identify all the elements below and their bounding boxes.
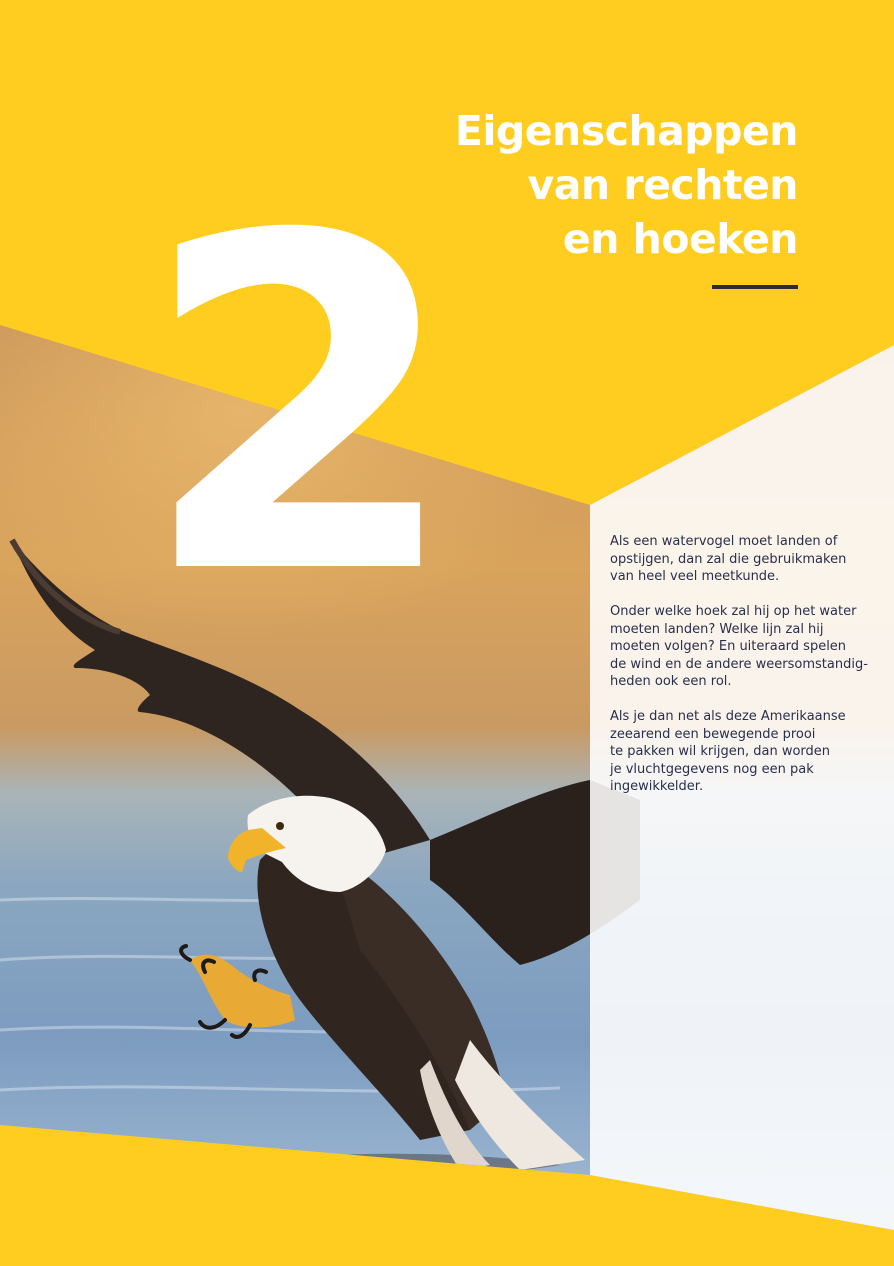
title-underline	[712, 285, 798, 289]
text-line: te pakken wil krijgen, dan worden	[610, 744, 831, 759]
chapter-number: 2	[140, 140, 460, 675]
chapter-title-line: van rechten	[527, 161, 799, 209]
chapter-title-line: en hoeken	[562, 215, 799, 263]
chapter-title-line: Eigenschappen	[454, 107, 799, 155]
text-line: Als een watervogel moet landen of	[610, 534, 838, 549]
text-line: zeearend een bewegende prooi	[610, 726, 816, 742]
text-line: je vluchtgegevens nog een pak	[610, 761, 814, 777]
intro-paragraph: Als een watervogel moet landen of opstij…	[610, 533, 880, 586]
text-line: ingewikkelder.	[610, 779, 704, 794]
text-line: moeten landen? Welke lijn zal hij	[610, 621, 824, 637]
text-line: heden ook een rol.	[610, 674, 732, 689]
text-line: Als je dan net als deze Amerikaanse	[610, 709, 846, 724]
chapter-title: Eigenschappen van rechten en hoeken	[454, 104, 799, 266]
intro-paragraph: Onder welke hoek zal hij op het water mo…	[610, 603, 880, 691]
text-line: Onder welke hoek zal hij op het water	[610, 604, 857, 619]
text-line: van heel veel meetkunde.	[610, 569, 780, 584]
text-line: de wind en de andere weersomstandig-	[610, 656, 868, 672]
intro-paragraph: Als je dan net als deze Amerikaanse zeea…	[610, 708, 880, 796]
text-line: moeten volgen? En uiteraard spelen	[610, 639, 847, 654]
intro-text: Als een watervogel moet landen of opstij…	[610, 533, 880, 813]
chapter-opener-page: 2 Eigenschappen van rechten en hoeken Al…	[0, 0, 894, 1266]
text-line: opstijgen, dan zal die gebruikmaken	[610, 551, 847, 567]
